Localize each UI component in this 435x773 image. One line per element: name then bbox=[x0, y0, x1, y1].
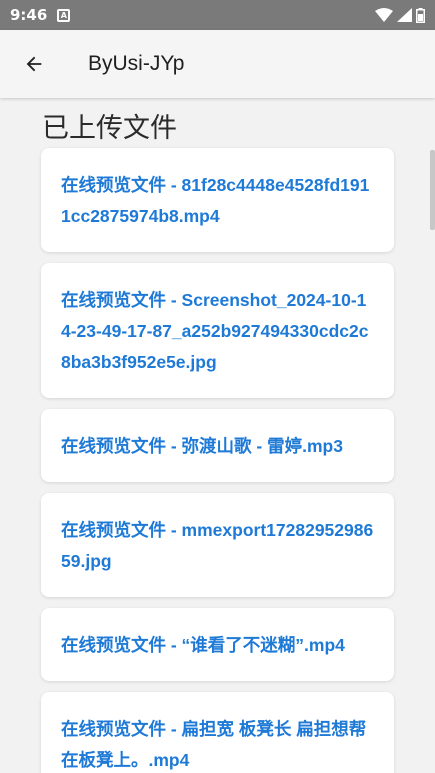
file-preview-link[interactable]: 在线预览文件 - 81f28c4448e4528fd1911cc2875974b… bbox=[61, 170, 376, 232]
content-area[interactable]: 已上传文件 在线预览文件 - 81f28c4448e4528fd1911cc28… bbox=[0, 98, 435, 773]
status-time: 9:46 bbox=[10, 6, 48, 24]
signal-icon bbox=[397, 8, 412, 22]
notification-icon: A bbox=[57, 8, 71, 22]
wifi-icon bbox=[375, 8, 393, 22]
battery-icon bbox=[416, 7, 425, 23]
file-card[interactable]: 在线预览文件 - 弥渡山歌 - 雷婷.mp3 bbox=[41, 409, 394, 482]
file-card[interactable]: 在线预览文件 - 扁担宽 板凳长 扁担想帮在板凳上。.mp4 bbox=[41, 692, 394, 773]
file-preview-link[interactable]: 在线预览文件 - mmexport1728295298659.jpg bbox=[61, 515, 376, 577]
file-card[interactable]: 在线预览文件 - Screenshot_2024-10-14-23-49-17-… bbox=[41, 263, 394, 398]
scrollbar[interactable] bbox=[430, 150, 435, 230]
app-bar: ByUsi-JYp bbox=[0, 30, 435, 98]
file-list: 在线预览文件 - 81f28c4448e4528fd1911cc2875974b… bbox=[41, 148, 394, 773]
arrow-left-icon bbox=[26, 56, 42, 72]
app-title: ByUsi-JYp bbox=[88, 52, 185, 75]
file-card[interactable]: 在线预览文件 - “谁看了不迷糊”.mp4 bbox=[41, 608, 394, 681]
file-card[interactable]: 在线预览文件 - 81f28c4448e4528fd1911cc2875974b… bbox=[41, 148, 394, 252]
section-title: 已上传文件 bbox=[42, 113, 177, 144]
file-preview-link[interactable]: 在线预览文件 - 扁担宽 板凳长 扁担想帮在板凳上。.mp4 bbox=[61, 714, 376, 773]
status-icons bbox=[375, 7, 425, 23]
file-preview-link[interactable]: 在线预览文件 - 弥渡山歌 - 雷婷.mp3 bbox=[61, 431, 376, 462]
file-card[interactable]: 在线预览文件 - mmexport1728295298659.jpg bbox=[41, 493, 394, 597]
file-preview-link[interactable]: 在线预览文件 - Screenshot_2024-10-14-23-49-17-… bbox=[61, 285, 376, 378]
file-preview-link[interactable]: 在线预览文件 - “谁看了不迷糊”.mp4 bbox=[61, 630, 376, 661]
status-bar: 9:46 A bbox=[0, 0, 435, 30]
back-button[interactable] bbox=[14, 44, 54, 84]
